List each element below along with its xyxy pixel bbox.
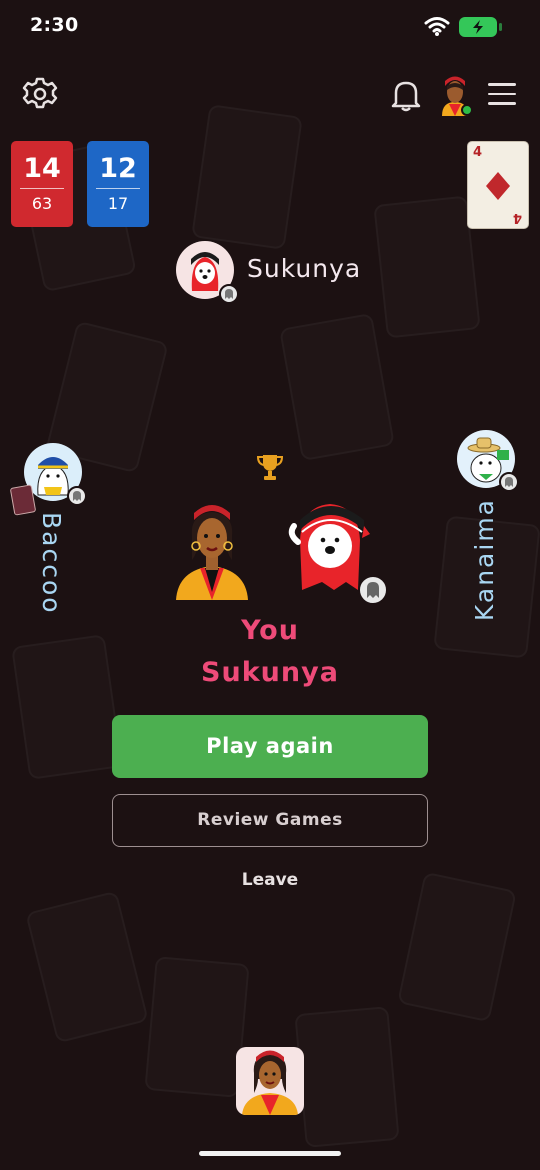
- hamburger-menu-icon[interactable]: [488, 81, 516, 105]
- card-rank-top: 4: [473, 145, 483, 160]
- self-avatar: [236, 1047, 304, 1115]
- team-score-blue: 12 17: [87, 141, 149, 227]
- home-indicator: [199, 1151, 341, 1156]
- score-points: 12: [99, 153, 137, 184]
- score-points: 14: [23, 153, 61, 184]
- gear-icon[interactable]: [22, 76, 58, 112]
- status-time: 2:30: [30, 14, 79, 36]
- score-total: 63: [31, 194, 53, 213]
- winner-line-1: You: [241, 615, 299, 646]
- ghost-badge-icon: [358, 575, 388, 605]
- wifi-icon: [424, 15, 450, 37]
- left-player-card-back: [9, 484, 37, 516]
- score-total: 17: [107, 194, 129, 213]
- left-player-name: Baccoo: [37, 512, 66, 615]
- ghost-badge-icon: [219, 284, 239, 304]
- ghost-badge-icon: [67, 486, 87, 506]
- play-again-button[interactable]: Play again: [112, 715, 428, 778]
- team-score-red: 14 63: [11, 141, 73, 227]
- battery-icon: [458, 16, 506, 38]
- winner-avatar-you: [170, 500, 254, 600]
- trump-card: 4 4: [467, 141, 529, 229]
- right-player-name: Kanaima: [470, 498, 499, 622]
- card-rank-bottom: 4: [512, 210, 522, 225]
- bell-icon[interactable]: [390, 78, 422, 112]
- leave-button[interactable]: Leave: [0, 870, 540, 890]
- winner-line-2: Sukunya: [201, 657, 339, 688]
- top-player-name: Sukunya: [247, 254, 362, 283]
- profile-avatar[interactable]: [436, 74, 474, 116]
- ghost-badge-icon: [499, 472, 519, 492]
- trophy-icon: [256, 452, 284, 482]
- diamond-suit-icon: [486, 172, 510, 200]
- review-games-button[interactable]: Review Games: [112, 794, 428, 847]
